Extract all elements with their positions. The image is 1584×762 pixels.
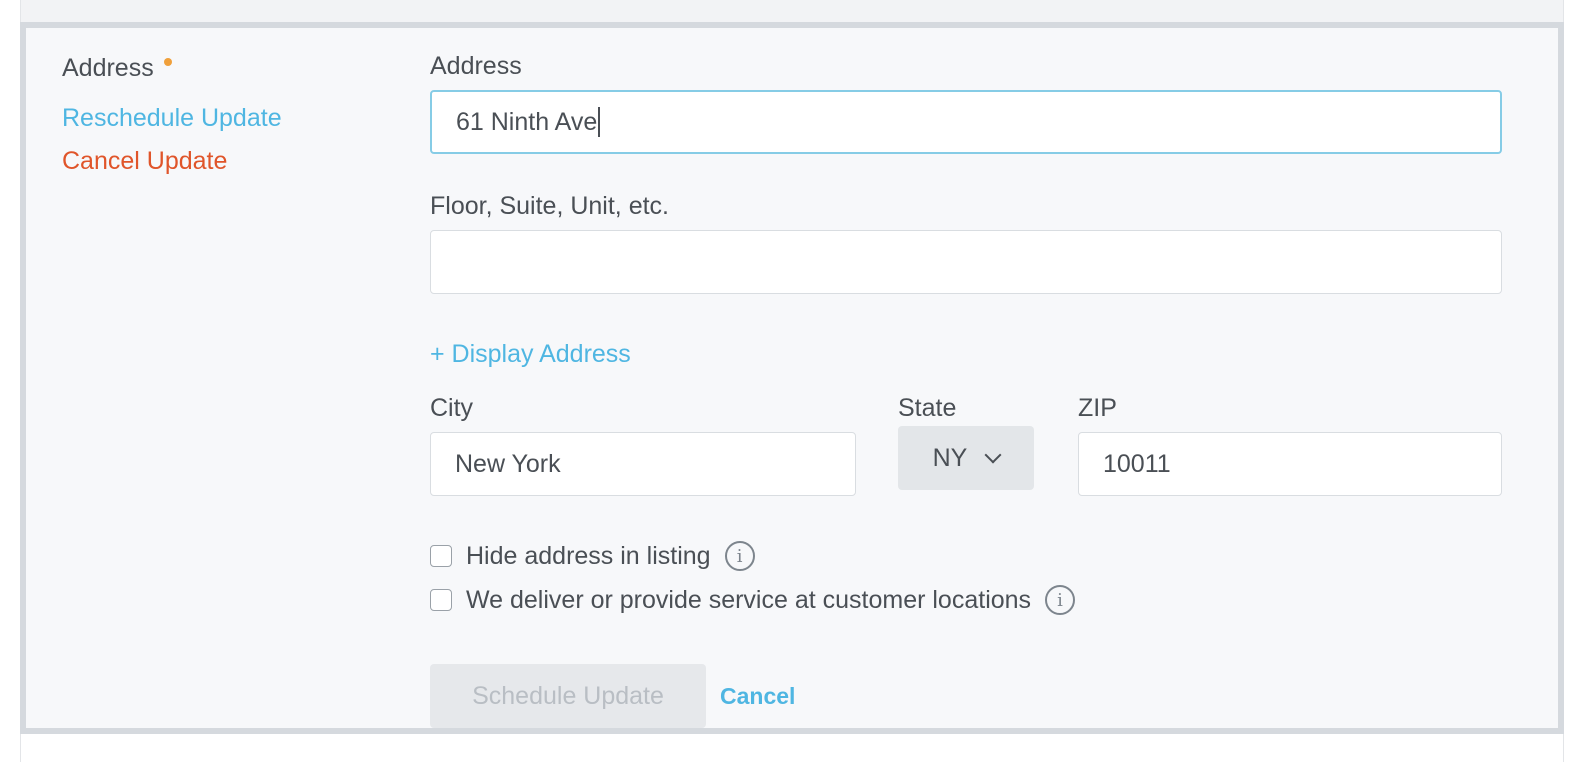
- address-input-value: 61 Ninth Ave: [456, 107, 598, 136]
- city-input[interactable]: [430, 432, 856, 496]
- zip-label: ZIP: [1078, 394, 1117, 422]
- bottom-strip: [20, 734, 1564, 762]
- display-address-link[interactable]: + Display Address: [430, 340, 631, 368]
- required-dot-icon: [163, 58, 172, 66]
- state-select-value: NY: [932, 443, 968, 472]
- state-select[interactable]: NY: [898, 426, 1034, 490]
- actions-row: Schedule Update Cancel: [430, 664, 795, 728]
- hide-address-row: Hide address in listing i: [430, 540, 755, 572]
- zip-input[interactable]: [1078, 432, 1502, 496]
- floor-input[interactable]: [430, 230, 1502, 294]
- hide-address-label: Hide address in listing: [466, 541, 711, 570]
- state-group: State NY: [898, 392, 1034, 490]
- cancel-button[interactable]: Cancel: [720, 683, 795, 710]
- floor-label: Floor, Suite, Unit, etc.: [430, 192, 669, 220]
- info-icon[interactable]: i: [724, 541, 755, 571]
- city-group: City: [430, 392, 856, 496]
- chevron-down-icon: [984, 446, 1002, 464]
- zip-group: ZIP: [1078, 392, 1502, 496]
- state-label: State: [898, 394, 957, 422]
- text-caret: [598, 107, 600, 137]
- customer-locations-label: We deliver or provide service at custome…: [466, 585, 1032, 614]
- customer-locations-row: We deliver or provide service at custome…: [430, 584, 1076, 616]
- section-title-row: Address: [62, 54, 392, 90]
- info-icon[interactable]: i: [1045, 585, 1076, 615]
- display-address-row: + Display Address: [430, 340, 631, 369]
- city-label: City: [430, 394, 474, 422]
- address-label: Address: [430, 52, 522, 80]
- floor-group: Floor, Suite, Unit, etc.: [430, 190, 1502, 294]
- section-title: Address: [62, 54, 154, 82]
- hide-address-checkbox[interactable]: [430, 545, 452, 567]
- address-input[interactable]: 61 Ninth Ave: [430, 90, 1502, 154]
- address-edit-panel: Address Reschedule Update Cancel Update …: [20, 22, 1564, 734]
- top-strip: [20, 0, 1564, 22]
- reschedule-update-link[interactable]: Reschedule Update: [62, 104, 392, 133]
- customer-locations-checkbox[interactable]: [430, 589, 452, 611]
- address-group: Address 61 Ninth Ave: [430, 50, 1502, 154]
- cancel-update-link[interactable]: Cancel Update: [62, 147, 392, 176]
- sidebar: Address Reschedule Update Cancel Update: [62, 54, 392, 176]
- schedule-update-button[interactable]: Schedule Update: [430, 664, 706, 728]
